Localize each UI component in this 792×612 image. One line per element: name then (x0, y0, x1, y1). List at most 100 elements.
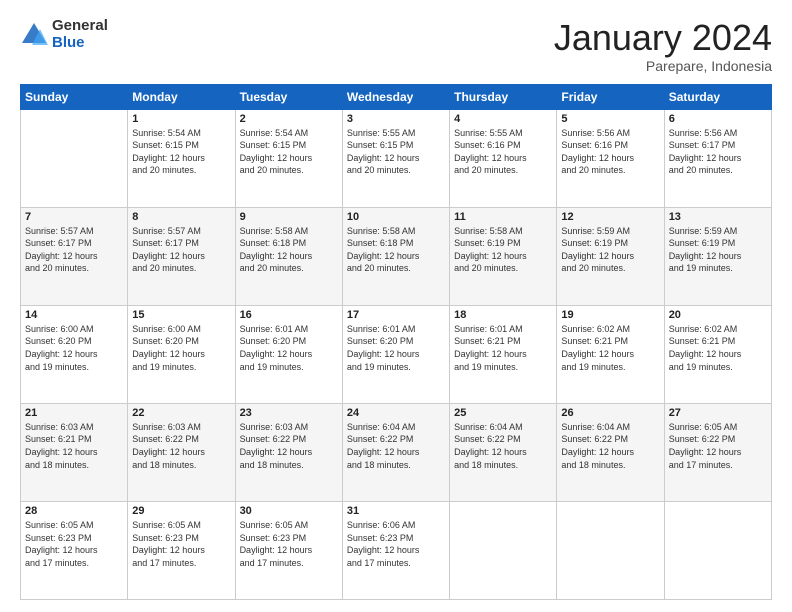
table-row: 15 Sunrise: 6:00 AMSunset: 6:20 PMDayligh… (128, 305, 235, 403)
cell-content: Sunrise: 6:00 AMSunset: 6:20 PMDaylight:… (132, 323, 230, 373)
sunset-text: Sunset: 6:22 PM (454, 433, 552, 446)
sunset-text: Sunset: 6:17 PM (669, 139, 767, 152)
day-number: 14 (25, 309, 123, 321)
sunset-text: Sunset: 6:21 PM (25, 433, 123, 446)
table-row: 20Sunrise: 6:02 AMSunset: 6:21 PMDayligh… (664, 305, 771, 403)
day-number: 8 (132, 211, 230, 223)
daylight-line2: and 20 minutes. (561, 262, 659, 275)
day-number: 26 (561, 407, 659, 419)
daylight-line1: Daylight: 12 hours (561, 348, 659, 361)
day-number: 11 (454, 211, 552, 223)
table-row (664, 501, 771, 599)
header-saturday: Saturday (664, 84, 771, 109)
sunrise-text: Sunrise: 5:59 AM (669, 225, 767, 238)
title-block: January 2024 Parepare, Indonesia (554, 18, 772, 74)
sunrise-text: Sunrise: 5:58 AM (347, 225, 445, 238)
cell-content: Sunrise: 6:03 AMSunset: 6:22 PMDaylight:… (240, 421, 338, 471)
daylight-line2: and 20 minutes. (561, 164, 659, 177)
sunrise-text: Sunrise: 6:03 AM (25, 421, 123, 434)
daylight-line2: and 19 minutes. (25, 361, 123, 374)
table-row: 30Sunrise: 6:05 AMSunset: 6:23 PMDayligh… (235, 501, 342, 599)
sunrise-text: Sunrise: 5:57 AM (25, 225, 123, 238)
daylight-line1: Daylight: 12 hours (25, 250, 123, 263)
sunrise-text: Sunrise: 5:58 AM (454, 225, 552, 238)
daylight-line1: Daylight: 12 hours (347, 544, 445, 557)
sunset-text: Sunset: 6:22 PM (240, 433, 338, 446)
day-number: 20 (669, 309, 767, 321)
day-number: 30 (240, 505, 338, 517)
daylight-line1: Daylight: 12 hours (454, 348, 552, 361)
daylight-line2: and 18 minutes. (240, 459, 338, 472)
sunrise-text: Sunrise: 6:04 AM (561, 421, 659, 434)
cell-content: Sunrise: 5:59 AMSunset: 6:19 PMDaylight:… (561, 225, 659, 275)
sunrise-text: Sunrise: 6:05 AM (240, 519, 338, 532)
cell-content: Sunrise: 6:05 AMSunset: 6:23 PMDaylight:… (132, 519, 230, 569)
table-row: 7Sunrise: 5:57 AMSunset: 6:17 PMDaylight… (21, 207, 128, 305)
sunrise-text: Sunrise: 6:03 AM (240, 421, 338, 434)
cell-content: Sunrise: 5:55 AMSunset: 6:15 PMDaylight:… (347, 127, 445, 177)
daylight-line2: and 20 minutes. (132, 164, 230, 177)
cell-content: Sunrise: 6:05 AMSunset: 6:23 PMDaylight:… (25, 519, 123, 569)
sunrise-text: Sunrise: 5:59 AM (561, 225, 659, 238)
daylight-line1: Daylight: 12 hours (454, 446, 552, 459)
day-number: 15 (132, 309, 230, 321)
daylight-line2: and 20 minutes. (669, 164, 767, 177)
cell-content: Sunrise: 6:03 AMSunset: 6:22 PMDaylight:… (132, 421, 230, 471)
sunrise-text: Sunrise: 6:05 AM (132, 519, 230, 532)
table-row: 28Sunrise: 6:05 AMSunset: 6:23 PMDayligh… (21, 501, 128, 599)
cell-content: Sunrise: 6:05 AMSunset: 6:22 PMDaylight:… (669, 421, 767, 471)
sunrise-text: Sunrise: 5:56 AM (669, 127, 767, 140)
daylight-line1: Daylight: 12 hours (240, 544, 338, 557)
table-row (450, 501, 557, 599)
sunrise-text: Sunrise: 6:05 AM (25, 519, 123, 532)
sunset-text: Sunset: 6:23 PM (25, 532, 123, 545)
table-row: 25Sunrise: 6:04 AMSunset: 6:22 PMDayligh… (450, 403, 557, 501)
header-monday: Monday (128, 84, 235, 109)
table-row: 23Sunrise: 6:03 AMSunset: 6:22 PMDayligh… (235, 403, 342, 501)
table-row: 5Sunrise: 5:56 AMSunset: 6:16 PMDaylight… (557, 109, 664, 207)
daylight-line2: and 20 minutes. (454, 164, 552, 177)
sunset-text: Sunset: 6:20 PM (347, 335, 445, 348)
month-title: January 2024 (554, 18, 772, 58)
table-row: 11 Sunrise: 5:58 AMSunset: 6:19 PMDayligh… (450, 207, 557, 305)
cell-content: Sunrise: 6:01 AMSunset: 6:20 PMDaylight:… (347, 323, 445, 373)
table-row: 26Sunrise: 6:04 AMSunset: 6:22 PMDayligh… (557, 403, 664, 501)
cell-content: Sunrise: 5:58 AMSunset: 6:19 PMDaylight:… (454, 225, 552, 275)
cell-content: Sunrise: 5:57 AMSunset: 6:17 PMDaylight:… (25, 225, 123, 275)
table-row: 8Sunrise: 5:57 AMSunset: 6:17 PMDaylight… (128, 207, 235, 305)
day-number: 16 (240, 309, 338, 321)
daylight-line2: and 17 minutes. (669, 459, 767, 472)
day-number: 27 (669, 407, 767, 419)
daylight-line2: and 17 minutes. (132, 557, 230, 570)
daylight-line1: Daylight: 12 hours (25, 446, 123, 459)
daylight-line2: and 18 minutes. (454, 459, 552, 472)
sunrise-text: Sunrise: 6:00 AM (25, 323, 123, 336)
location-subtitle: Parepare, Indonesia (554, 58, 772, 74)
day-number: 1 (132, 113, 230, 125)
day-number: 21 (25, 407, 123, 419)
table-row (21, 109, 128, 207)
logo-blue-label: Blue (52, 35, 108, 52)
header-tuesday: Tuesday (235, 84, 342, 109)
cell-content: Sunrise: 5:59 AMSunset: 6:19 PMDaylight:… (669, 225, 767, 275)
calendar-week-row: 7Sunrise: 5:57 AMSunset: 6:17 PMDaylight… (21, 207, 772, 305)
sunset-text: Sunset: 6:19 PM (454, 237, 552, 250)
daylight-line1: Daylight: 12 hours (240, 152, 338, 165)
day-number: 5 (561, 113, 659, 125)
daylight-line1: Daylight: 12 hours (132, 250, 230, 263)
daylight-line2: and 20 minutes. (240, 164, 338, 177)
cell-content: Sunrise: 6:04 AMSunset: 6:22 PMDaylight:… (347, 421, 445, 471)
daylight-line2: and 20 minutes. (347, 164, 445, 177)
day-number: 12 (561, 211, 659, 223)
sunset-text: Sunset: 6:16 PM (454, 139, 552, 152)
cell-content: Sunrise: 6:06 AMSunset: 6:23 PMDaylight:… (347, 519, 445, 569)
sunrise-text: Sunrise: 6:01 AM (240, 323, 338, 336)
day-number: 25 (454, 407, 552, 419)
table-row: 2Sunrise: 5:54 AMSunset: 6:15 PMDaylight… (235, 109, 342, 207)
daylight-line2: and 20 minutes. (132, 262, 230, 275)
cell-content: Sunrise: 5:58 AMSunset: 6:18 PMDaylight:… (240, 225, 338, 275)
day-number: 9 (240, 211, 338, 223)
daylight-line2: and 17 minutes. (240, 557, 338, 570)
daylight-line1: Daylight: 12 hours (240, 348, 338, 361)
sunset-text: Sunset: 6:21 PM (454, 335, 552, 348)
